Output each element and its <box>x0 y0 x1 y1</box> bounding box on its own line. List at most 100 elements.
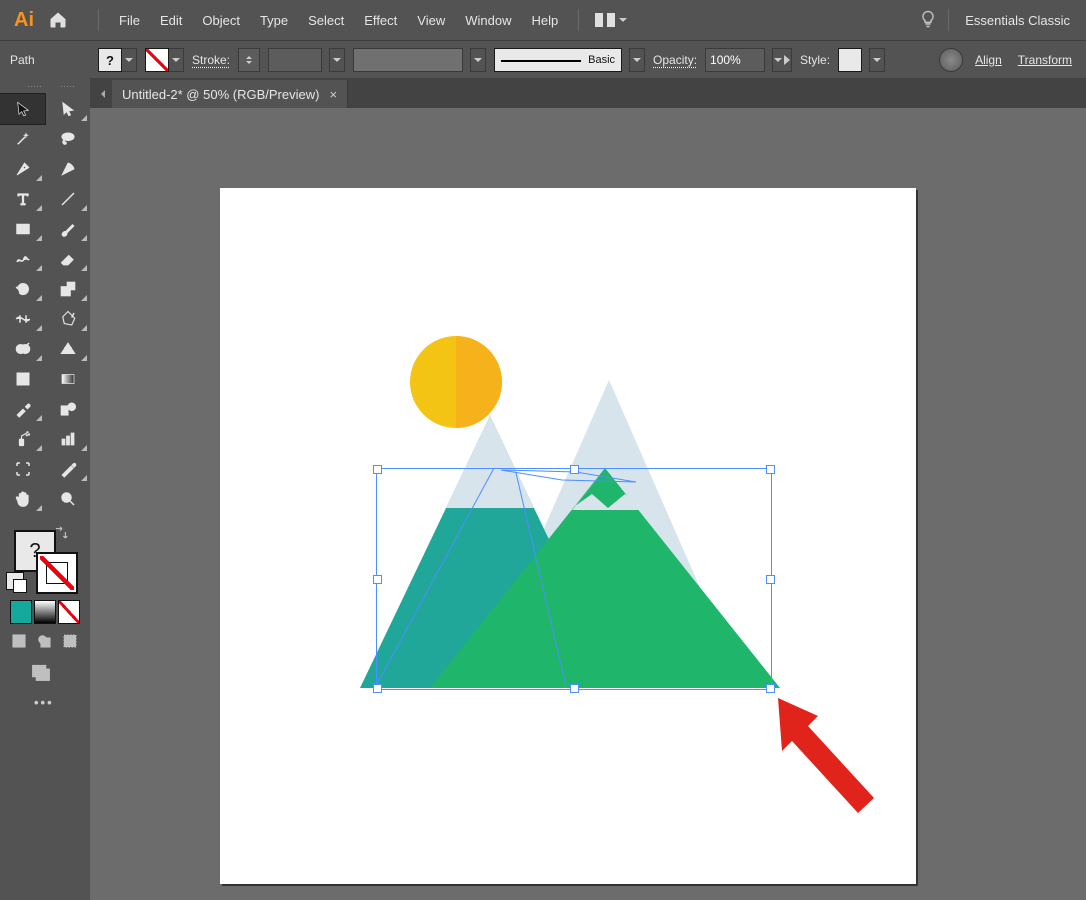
menu-effect[interactable]: Effect <box>354 9 407 32</box>
panel-grip[interactable] <box>0 78 90 94</box>
edit-toolbar-button[interactable]: ••• <box>0 689 90 716</box>
slice-tool[interactable] <box>45 454 90 484</box>
stroke-panel-link[interactable]: Stroke: <box>192 53 230 67</box>
workspace-switcher[interactable]: Essentials Classic <box>959 13 1076 28</box>
mesh-tool[interactable] <box>0 364 45 394</box>
menu-help[interactable]: Help <box>521 9 568 32</box>
selection-bounding-box[interactable] <box>376 468 772 690</box>
home-button[interactable] <box>46 8 70 32</box>
style-label: Style: <box>800 53 830 67</box>
brush-dropdown[interactable] <box>629 48 645 72</box>
recolor-artwork-icon[interactable] <box>939 48 963 72</box>
selection-tool[interactable] <box>0 94 45 124</box>
menu-type[interactable]: Type <box>250 9 298 32</box>
perspective-grid-tool[interactable] <box>45 334 90 364</box>
transform-panel-link[interactable]: Transform <box>1014 53 1076 67</box>
type-tool[interactable] <box>0 184 45 214</box>
menu-file[interactable]: File <box>109 9 150 32</box>
screen-mode-button[interactable] <box>0 654 90 689</box>
eraser-tool[interactable] <box>45 244 90 274</box>
color-mode-gradient[interactable] <box>34 600 56 624</box>
stroke-swatch-dropdown[interactable] <box>168 48 184 72</box>
separator <box>98 9 99 31</box>
handle-mid-left[interactable] <box>373 575 382 584</box>
variable-width-dropdown[interactable] <box>470 48 486 72</box>
scale-tool[interactable] <box>45 274 90 304</box>
color-mode-row <box>0 594 90 630</box>
menu-window[interactable]: Window <box>455 9 521 32</box>
document-tab-strip: Untitled-2* @ 50% (RGB/Preview) × <box>90 78 1086 109</box>
search-help-icon[interactable] <box>918 9 938 32</box>
handle-mid-right[interactable] <box>766 575 775 584</box>
document-tab-title: Untitled-2* @ 50% (RGB/Preview) <box>122 87 319 102</box>
tools-panel: ? ••• <box>0 78 91 900</box>
align-panel-link[interactable]: Align <box>971 53 1006 67</box>
artboard[interactable] <box>220 188 916 884</box>
document-tab[interactable]: Untitled-2* @ 50% (RGB/Preview) × <box>112 80 348 108</box>
handle-top-left[interactable] <box>373 465 382 474</box>
rotate-tool[interactable] <box>0 274 45 304</box>
brush-name: Basic <box>588 54 615 66</box>
menu-object[interactable]: Object <box>192 9 250 32</box>
rectangle-tool[interactable] <box>0 214 45 244</box>
control-bar: Path ? Stroke: Basic Opacity: 100% Style… <box>0 41 1086 80</box>
menu-select[interactable]: Select <box>298 9 354 32</box>
stroke-weight-stepper[interactable] <box>238 48 260 72</box>
brush-definition[interactable]: Basic <box>494 48 622 72</box>
zoom-tool[interactable] <box>45 484 90 514</box>
blend-tool[interactable] <box>45 394 90 424</box>
application-menu-bar: Ai File Edit Object Type Select Effect V… <box>0 0 1086 41</box>
annotation-red-arrow <box>778 698 888 821</box>
direct-selection-tool[interactable] <box>45 94 90 124</box>
handle-bottom-right[interactable] <box>766 684 775 693</box>
arrange-documents-button[interactable] <box>595 13 628 27</box>
symbol-sprayer-tool[interactable] <box>0 424 45 454</box>
handle-bottom-middle[interactable] <box>570 684 579 693</box>
draw-normal-icon[interactable] <box>10 632 29 652</box>
stroke-box[interactable] <box>36 552 78 594</box>
handle-bottom-left[interactable] <box>373 684 382 693</box>
paintbrush-tool[interactable] <box>45 214 90 244</box>
pen-tool[interactable] <box>0 154 45 184</box>
color-mode-none[interactable] <box>58 600 80 624</box>
fill-swatch-dropdown[interactable] <box>121 48 137 72</box>
close-tab-icon[interactable]: × <box>329 87 337 102</box>
separator <box>578 9 579 31</box>
graphic-style-dropdown[interactable] <box>869 48 885 72</box>
fill-swatch[interactable]: ? <box>98 48 122 72</box>
stroke-weight-dropdown[interactable] <box>329 48 345 72</box>
handle-top-right[interactable] <box>766 465 775 474</box>
graphic-style-swatch[interactable] <box>838 48 862 72</box>
artboard-tool[interactable] <box>0 454 45 484</box>
drawing-mode-row <box>0 630 90 654</box>
tab-flyout-icon[interactable] <box>90 80 112 108</box>
column-graph-tool[interactable] <box>45 424 90 454</box>
lasso-tool[interactable] <box>45 124 90 154</box>
handle-top-middle[interactable] <box>570 465 579 474</box>
color-mode-color[interactable] <box>10 600 32 624</box>
eyedropper-tool[interactable] <box>0 394 45 424</box>
draw-inside-icon[interactable] <box>61 632 80 652</box>
variable-width-profile[interactable] <box>353 48 463 72</box>
document-canvas-area[interactable] <box>90 108 1086 900</box>
stroke-swatch[interactable] <box>145 48 169 72</box>
menu-edit[interactable]: Edit <box>150 9 192 32</box>
default-fill-stroke-icon[interactable] <box>6 572 24 590</box>
line-segment-tool[interactable] <box>45 184 90 214</box>
stroke-weight-field[interactable] <box>268 48 322 72</box>
free-transform-tool[interactable] <box>45 304 90 334</box>
draw-behind-icon[interactable] <box>35 632 54 652</box>
opacity-label[interactable]: Opacity: <box>653 53 697 67</box>
opacity-field[interactable]: 100% <box>705 48 765 72</box>
shape-builder-tool[interactable] <box>0 334 45 364</box>
hand-tool[interactable] <box>0 484 45 514</box>
gradient-tool[interactable] <box>45 364 90 394</box>
curvature-tool[interactable] <box>45 154 90 184</box>
width-tool[interactable] <box>0 304 45 334</box>
shaper-tool[interactable] <box>0 244 45 274</box>
magic-wand-tool[interactable] <box>0 124 45 154</box>
selection-type-label: Path <box>10 53 90 67</box>
menu-view[interactable]: View <box>407 9 455 32</box>
app-logo-ai: Ai <box>14 9 34 32</box>
opacity-dropdown[interactable] <box>772 48 792 72</box>
